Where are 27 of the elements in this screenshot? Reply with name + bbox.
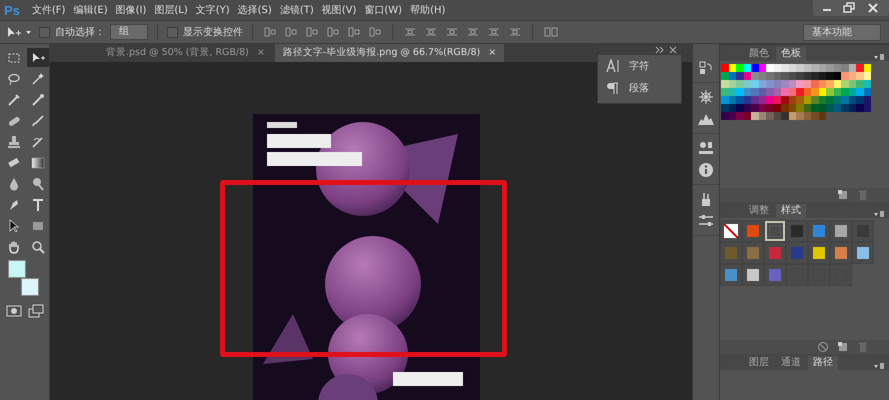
app-logo: Ps	[4, 2, 20, 18]
panel-tab[interactable]: 色板	[776, 47, 806, 61]
auto-select-dropdown[interactable]: 组	[110, 24, 148, 40]
menu-item[interactable]: 图像(I)	[116, 3, 146, 17]
panel-item[interactable]: 段落	[629, 81, 649, 95]
menu-item[interactable]: 编辑(E)	[73, 3, 108, 17]
panel-item[interactable]: 字符	[629, 59, 649, 73]
menu-item[interactable]: 视图(V)	[322, 3, 356, 17]
menu-item[interactable]: 文字(Y)	[196, 3, 230, 17]
menu-item[interactable]: 滤镜(T)	[280, 3, 314, 17]
workspace-dropdown[interactable]: 基本功能	[803, 24, 881, 40]
menu-item[interactable]: 文件(F)	[32, 3, 66, 17]
document-tab[interactable]: 路径文字-毕业级海报.png @ 66.7%(RGB/8) ×	[274, 44, 504, 62]
panel-tab[interactable]: 路径	[808, 356, 838, 370]
menu-item[interactable]: 图层(L)	[154, 3, 188, 17]
panel-tab[interactable]: 调整	[744, 204, 774, 218]
tab-close-button[interactable]: ×	[488, 47, 496, 58]
panel-tab[interactable]: 图层	[744, 356, 774, 370]
menu-item[interactable]: 帮助(H)	[410, 3, 446, 17]
show-transform-label: 显示变换控件	[183, 26, 243, 39]
menu-item[interactable]: 选择(S)	[238, 3, 272, 17]
panel-tab[interactable]: 颜色	[744, 47, 774, 61]
tab-close-button[interactable]: ×	[256, 47, 265, 58]
auto-select-label: 自动选择：	[55, 26, 105, 39]
menu-item[interactable]: 窗口(W)	[364, 3, 402, 17]
panel-tab[interactable]: 通道	[776, 356, 806, 370]
panel-tab[interactable]: 样式	[776, 204, 806, 218]
